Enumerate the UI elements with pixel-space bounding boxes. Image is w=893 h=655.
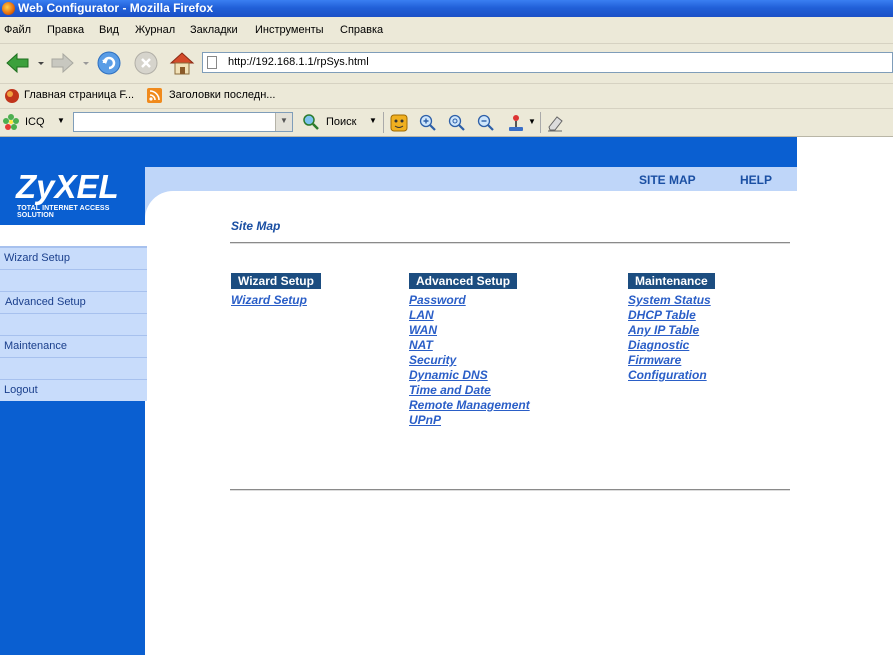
help-link[interactable]: HELP — [740, 173, 772, 187]
link-wan[interactable]: WAN — [409, 323, 437, 337]
menu-tools[interactable]: Инструменты — [255, 24, 324, 36]
link-lan[interactable]: LAN — [409, 308, 434, 322]
toolbar-separator — [383, 112, 384, 133]
sidebar-item-advanced-setup[interactable]: Advanced Setup — [0, 291, 147, 313]
link-password[interactable]: Password — [409, 293, 466, 307]
zyxel-logo: ZyXEL TOTAL INTERNET ACCESS SOLUTION — [0, 167, 145, 219]
address-bar[interactable]: http://192.168.1.1/rpSys.html — [202, 52, 893, 73]
sidebar-spacer — [0, 269, 147, 291]
sidebar-item-label: Maintenance — [4, 340, 67, 352]
site-map-link[interactable]: SITE MAP — [639, 173, 696, 187]
window-title-bar: Web Configurator - Mozilla Firefox — [0, 0, 893, 17]
icq-dropdown-arrow-icon[interactable]: ▼ — [57, 116, 65, 125]
top-banner — [145, 137, 797, 167]
zoom-reset-icon[interactable] — [448, 114, 466, 132]
firefox-icon — [2, 2, 15, 15]
menu-history[interactable]: Журнал — [135, 24, 175, 36]
page-title: Site Map — [231, 219, 281, 233]
bookmarks-toolbar: Главная страница F... Заголовки последн.… — [0, 84, 893, 109]
search-icon[interactable] — [303, 114, 319, 130]
header-link-band — [145, 167, 797, 191]
link-system-status[interactable]: System Status — [628, 293, 711, 307]
section-heading-advanced-setup: Advanced Setup — [409, 273, 518, 289]
sidebar-item-wizard-setup[interactable]: Wizard Setup — [0, 247, 147, 269]
sidebar-item-label: Wizard Setup — [4, 252, 71, 264]
sidebar-item-label: Advanced Setup — [5, 296, 86, 308]
stop-icon[interactable] — [133, 50, 159, 76]
firefox-bookmark-icon — [5, 89, 19, 103]
menu-bar: Файл Правка Вид Журнал Закладки Инструме… — [0, 17, 893, 44]
link-diagnostic[interactable]: Diagnostic — [628, 338, 689, 352]
link-dhcp-table[interactable]: DHCP Table — [628, 308, 696, 322]
menu-view[interactable]: Вид — [99, 24, 119, 36]
zoom-out-icon[interactable] — [477, 114, 495, 132]
joystick-icon[interactable] — [506, 113, 526, 133]
window-title: Web Configurator - Mozilla Firefox — [18, 1, 214, 15]
navigation-toolbar: http://192.168.1.1/rpSys.html — [0, 44, 893, 84]
logo-tagline: TOTAL INTERNET ACCESS SOLUTION — [17, 205, 110, 219]
zoom-in-icon[interactable] — [419, 114, 437, 132]
back-button[interactable] — [4, 52, 46, 74]
forward-button[interactable] — [49, 52, 91, 74]
bookmark-headlines[interactable]: Заголовки последн... — [169, 89, 275, 101]
icq-toolbar: ICQ ▼ ▼ Поиск ▼ ▼ — [0, 109, 893, 137]
link-remote-management[interactable]: Remote Management — [409, 398, 530, 412]
menu-help[interactable]: Справка — [340, 24, 383, 36]
page-icon — [207, 56, 217, 69]
home-icon[interactable] — [168, 49, 196, 77]
rss-icon — [147, 88, 162, 103]
toolbar-separator — [540, 112, 541, 133]
sidebar-menu: Wizard Setup Advanced Setup Maintenance … — [0, 225, 147, 401]
link-firmware[interactable]: Firmware — [628, 353, 681, 367]
menu-file[interactable]: Файл — [4, 24, 31, 36]
search-dropdown-icon[interactable]: ▼ — [369, 116, 377, 125]
link-nat[interactable]: NAT — [409, 338, 433, 352]
joystick-dropdown-icon[interactable]: ▼ — [528, 117, 536, 126]
section-heading-maintenance: Maintenance — [628, 273, 715, 289]
sidebar-spacer — [0, 313, 147, 335]
menu-bookmarks[interactable]: Закладки — [190, 24, 238, 36]
link-configuration[interactable]: Configuration — [628, 368, 707, 382]
link-upnp[interactable]: UPnP — [409, 413, 441, 427]
eraser-icon[interactable] — [546, 114, 564, 132]
sidebar-item-label: Logout — [4, 384, 38, 396]
icq-search-dropdown-icon[interactable]: ▼ — [275, 113, 292, 131]
logo-text: ZyXEL — [16, 168, 119, 205]
section-heading-wizard-setup: Wizard Setup — [231, 273, 321, 289]
address-url[interactable]: http://192.168.1.1/rpSys.html — [228, 56, 369, 68]
search-button[interactable]: Поиск — [326, 116, 356, 128]
icq-label[interactable]: ICQ — [25, 116, 45, 128]
reload-icon[interactable] — [96, 50, 122, 76]
divider-bottom — [230, 489, 790, 491]
bookmark-home[interactable]: Главная страница F... — [24, 89, 134, 101]
sidebar-spacer — [0, 357, 147, 379]
link-security[interactable]: Security — [409, 353, 456, 367]
icq-search-input[interactable]: ▼ — [73, 112, 293, 132]
sidebar-item-maintenance[interactable]: Maintenance — [0, 335, 147, 357]
divider-top — [230, 242, 790, 244]
link-any-ip-table[interactable]: Any IP Table — [628, 323, 699, 337]
link-dynamic-dns[interactable]: Dynamic DNS — [409, 368, 488, 382]
link-time-and-date[interactable]: Time and Date — [409, 383, 491, 397]
menu-edit[interactable]: Правка — [47, 24, 84, 36]
link-wizard-setup[interactable]: Wizard Setup — [231, 293, 307, 307]
masks-icon[interactable] — [390, 114, 408, 132]
icq-flower-icon[interactable] — [3, 114, 19, 130]
sidebar-item-logout[interactable]: Logout — [0, 379, 147, 401]
